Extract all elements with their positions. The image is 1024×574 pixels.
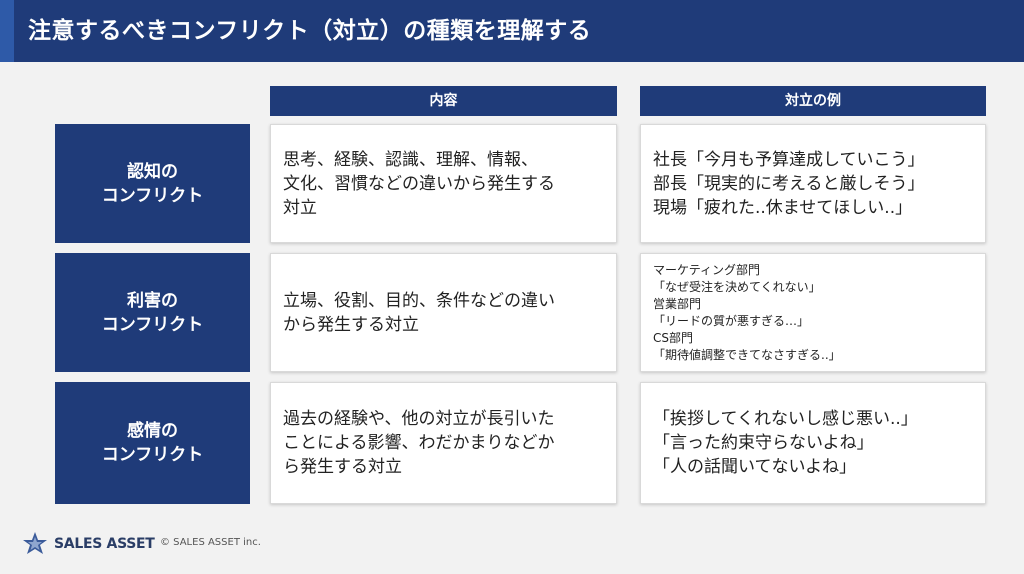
row-label-text: 感情の コンフリクト xyxy=(101,421,204,465)
content-text: 立場、役割、目的、条件などの違い から発生する対立 xyxy=(283,290,555,335)
copyright-text: © SALES ASSET inc. xyxy=(160,537,261,548)
column-header-content: 内容 xyxy=(270,86,617,116)
row-label-text: 認知の コンフリクト xyxy=(101,161,204,206)
logo-text: SALES ASSET xyxy=(54,536,155,552)
row-label-interest: 利害の コンフリクト xyxy=(55,253,250,372)
example-text: 社長「今月も予算達成していこう」 部長「現実的に考えると厳しそう」 現場「疲れた… xyxy=(653,149,925,218)
logo-star-icon xyxy=(23,532,47,554)
row-label-emotional: 感情の コンフリクト xyxy=(55,382,250,504)
content-text: 思考、経験、認識、理解、情報、 文化、習慣などの違いから発生する 対立 xyxy=(283,149,555,218)
content-text: 過去の経験や、他の対立が長引いた ことによる影響、わだかまりなどか ら発生する対… xyxy=(283,409,555,477)
example-cell-interest: マーケティング部門 「なぜ受注を決めてくれない」 営業部門 「リードの質が悪すぎ… xyxy=(640,253,986,372)
content-cell-interest: 立場、役割、目的、条件などの違い から発生する対立 xyxy=(270,253,617,372)
row-label-cognitive: 認知の コンフリクト xyxy=(55,124,250,243)
title-accent xyxy=(0,0,14,62)
example-text: 「挨拶してくれないし感じ悪い..」 「言った約束守らないよね」 「人の話聞いてな… xyxy=(653,409,918,477)
company-logo: SALES ASSET xyxy=(22,530,155,558)
content-cell-emotional: 過去の経験や、他の対立が長引いた ことによる影響、わだかまりなどか ら発生する対… xyxy=(270,382,617,504)
content-cell-cognitive: 思考、経験、認識、理解、情報、 文化、習慣などの違いから発生する 対立 xyxy=(270,124,617,243)
example-text: マーケティング部門 「なぜ受注を決めてくれない」 営業部門 「リードの質が悪すぎ… xyxy=(653,262,841,362)
row-label-text: 利害の コンフリクト xyxy=(101,290,204,335)
example-cell-cognitive: 社長「今月も予算達成していこう」 部長「現実的に考えると厳しそう」 現場「疲れた… xyxy=(640,124,986,243)
title-bar: 注意するべきコンフリクト（対立）の種類を理解する xyxy=(0,0,1024,62)
page-title: 注意するべきコンフリクト（対立）の種類を理解する xyxy=(28,18,592,44)
example-cell-emotional: 「挨拶してくれないし感じ悪い..」 「言った約束守らないよね」 「人の話聞いてな… xyxy=(640,382,986,504)
column-header-example: 対立の例 xyxy=(640,86,986,116)
